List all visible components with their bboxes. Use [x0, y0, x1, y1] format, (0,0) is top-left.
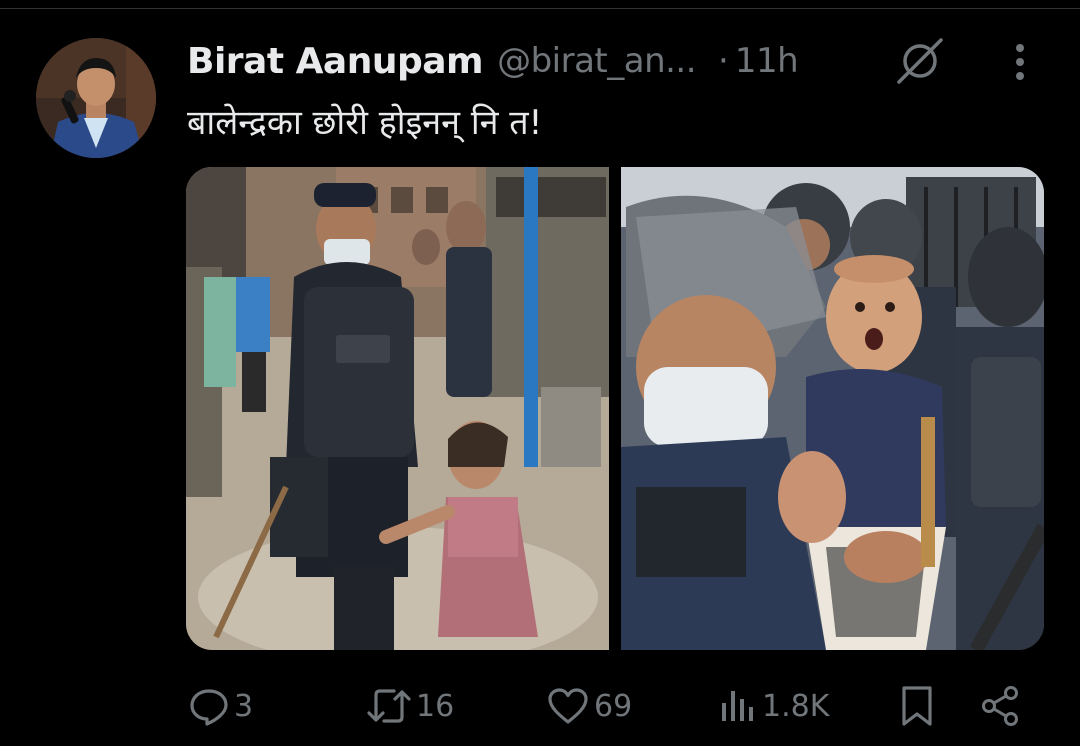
tweet-text: बालेन्द्रका छोरी होइनन् नि त!	[187, 103, 543, 143]
like-button[interactable]: 69	[546, 676, 632, 736]
repost-count: 16	[416, 688, 455, 724]
bookmark-button[interactable]	[898, 676, 936, 736]
separator-dot: ·	[718, 41, 729, 81]
heart-icon	[546, 685, 590, 727]
reply-button[interactable]: 3	[188, 676, 253, 736]
repost-icon	[366, 685, 412, 727]
user-handle[interactable]: @birat_an...	[497, 41, 696, 81]
share-icon	[980, 685, 1022, 727]
timestamp[interactable]: 11h	[735, 41, 799, 81]
reply-icon	[188, 685, 230, 727]
repost-button[interactable]: 16	[366, 676, 454, 736]
views-count: 1.8K	[762, 688, 830, 724]
slashed-circle-icon[interactable]	[893, 34, 947, 88]
bookmark-icon	[898, 684, 936, 728]
top-divider	[0, 8, 1080, 9]
tweet-header: Birat Aanupam @birat_an... · 11h	[187, 36, 799, 86]
display-name[interactable]: Birat Aanupam	[187, 41, 484, 82]
views-icon	[718, 685, 758, 727]
share-button[interactable]	[980, 676, 1022, 736]
action-bar: 3 16 69 1.8K	[0, 676, 1080, 736]
media-image	[186, 167, 1044, 650]
tweet-media[interactable]	[186, 167, 1044, 650]
avatar-image	[36, 38, 156, 158]
views-button[interactable]: 1.8K	[718, 676, 829, 736]
like-count: 69	[594, 688, 633, 724]
reply-count: 3	[234, 688, 254, 724]
more-vertical-icon[interactable]	[1004, 40, 1036, 84]
avatar[interactable]	[36, 38, 156, 158]
